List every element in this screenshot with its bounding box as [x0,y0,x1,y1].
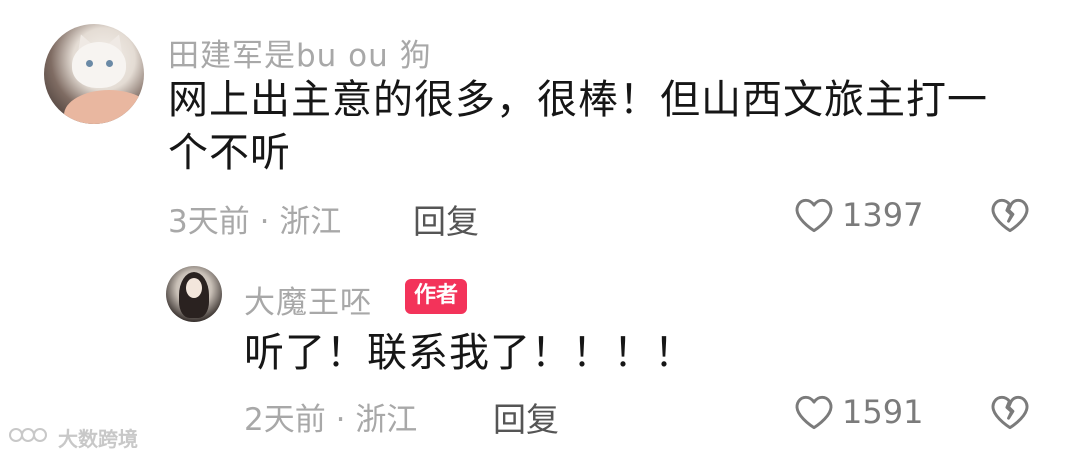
dislike-button[interactable] [988,390,1032,434]
avatar-cat-eye [86,60,93,67]
comment-text-line: 个不听 [168,130,291,176]
reply-button[interactable]: 回复 [413,195,479,243]
author-badge: 作者 [405,279,468,314]
like-button[interactable]: 1591 [792,390,923,434]
reply-meta: 2天前 · 浙江 [244,394,417,439]
comment-text-line: 网上出主意的很多，很棒！但山西文旅主打一 [168,77,988,123]
broken-heart-icon [988,193,1032,237]
comment-time: 3天前 [168,204,250,240]
avatar-face [186,278,202,298]
reply-body: 听了！联系我了！！！！ [244,330,695,376]
reply-location: 浙江 [355,402,418,438]
heart-outline-icon [792,390,836,434]
like-count: 1591 [842,393,924,431]
watermark-logo-icon [8,424,52,451]
commenter-avatar[interactable] [44,24,144,124]
watermark-text: 大数跨境 [58,427,138,451]
comment-location: 浙江 [279,204,342,240]
reply-time: 2天前 [244,402,326,438]
meta-separator: · [259,204,270,240]
dislike-button[interactable] [988,193,1032,237]
heart-outline-icon [792,193,836,237]
reply-button[interactable]: 回复 [493,393,559,441]
author-username[interactable]: 大魔王呸 [244,277,372,322]
comment-body: 网上出主意的很多，很棒！但山西文旅主打一 个不听 [168,74,1048,180]
watermark: 大数跨境 [8,423,138,452]
comment-meta: 3天前 · 浙江 [168,196,341,241]
avatar-cat-eye [106,60,113,67]
meta-separator: · [335,402,346,438]
commenter-username[interactable]: 田建军是bu ou 狗 [168,30,432,75]
avatar-hand [64,90,144,124]
author-avatar[interactable] [166,266,222,322]
like-button[interactable]: 1397 [792,193,923,237]
avatar-cat-face [72,42,126,88]
broken-heart-icon [988,390,1032,434]
like-count: 1397 [842,196,924,234]
